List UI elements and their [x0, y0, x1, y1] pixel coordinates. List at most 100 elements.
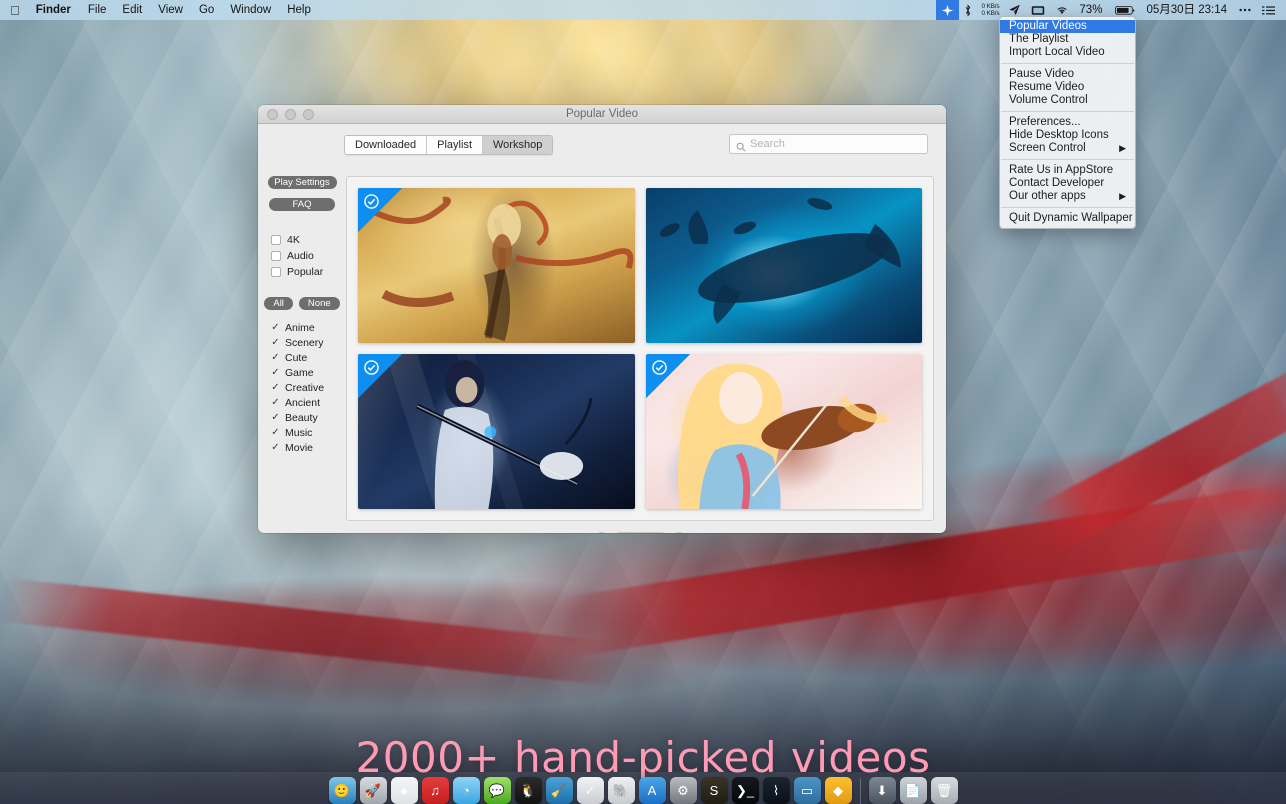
window-title-bar[interactable]: Popular Video [258, 105, 946, 124]
checkbox-audio[interactable]: Audio [271, 248, 346, 264]
desktop:  Finder File Edit View Go Window Help 0… [0, 0, 1286, 804]
menu-item-rate-us-in-appstore[interactable]: Rate Us in AppStore [1000, 164, 1135, 177]
category-creative-label: Creative [285, 381, 325, 394]
menu-item-contact-developer[interactable]: Contact Developer [1000, 177, 1135, 190]
category-game[interactable]: ✓ Game [271, 365, 346, 380]
category-cute[interactable]: ✓ Cute [271, 350, 346, 365]
pagination: « 1 / 19 » [346, 532, 934, 533]
menu-view[interactable]: View [150, 0, 191, 20]
apple-menu-icon[interactable]:  [0, 1, 29, 20]
menu-item-import-local-video[interactable]: Import Local Video [1000, 46, 1135, 59]
menu-item-our-other-apps[interactable]: Our other apps ▶ [1000, 190, 1135, 203]
select-all-button[interactable]: All [264, 297, 293, 310]
menu-item-our-other-apps-label: Our other apps [1009, 190, 1086, 202]
menu-item-screen-control[interactable]: Screen Control ▶ [1000, 142, 1135, 155]
dock-item-trash[interactable]: 🗑 [930, 777, 958, 804]
bartender-dots-icon[interactable] [1233, 0, 1257, 20]
network-speed-indicator[interactable]: 0 KB/s 0 KB/s [977, 3, 1003, 17]
menu-item-resume-video[interactable]: Resume Video [1000, 81, 1135, 94]
video-thumbnail-underwater-whale[interactable] [645, 188, 922, 343]
tab-downloaded[interactable]: Downloaded [345, 136, 428, 154]
menu-item-popular-videos[interactable]: Popular Videos [1000, 20, 1135, 33]
dock-item-app-store[interactable]: A [638, 777, 666, 804]
checkbox-4k-box[interactable] [271, 235, 281, 245]
dock-item-activity-monitor[interactable]: ⌇ [762, 777, 790, 804]
filter-checkbox-group: 4K Audio Popular [258, 232, 346, 280]
menu-window[interactable]: Window [222, 0, 279, 20]
menu-finder[interactable]: Finder [29, 0, 80, 20]
dock-item-sketch[interactable]: ◆ [824, 777, 852, 804]
sidebar: Play Settings FAQ 4K Audio Popular All N… [258, 166, 346, 533]
menu-file[interactable]: File [80, 0, 115, 20]
next-page-button[interactable]: » [670, 532, 688, 533]
menu-go[interactable]: Go [191, 0, 222, 20]
check-icon-music: ✓ [271, 426, 280, 438]
dock-item-terminal[interactable]: ❯_ [731, 777, 759, 804]
dock-item-wechat[interactable]: 💬 [483, 777, 511, 804]
dock-item-downloads-stack[interactable]: ⬇ [868, 777, 896, 804]
category-scenery[interactable]: ✓ Scenery [271, 335, 346, 350]
category-movie-label: Movie [285, 441, 314, 454]
menu-item-volume-control[interactable]: Volume Control [1000, 94, 1135, 107]
page-indicator[interactable]: 1 / 19 [616, 532, 664, 533]
dock-item-things[interactable]: ✓ [576, 777, 604, 804]
check-icon-anime: ✓ [271, 321, 280, 333]
category-game-label: Game [285, 366, 314, 379]
category-music[interactable]: ✓ Music [271, 425, 346, 440]
category-beauty[interactable]: ✓ Beauty [271, 410, 346, 425]
dock-item-qq-browser[interactable]: ◔ [452, 777, 480, 804]
category-creative[interactable]: ✓ Creative [271, 380, 346, 395]
dock-item-system-preferences[interactable]: ⚙ [669, 777, 697, 804]
dock-item-google-chrome[interactable]: ● [390, 777, 418, 804]
dock-item-launchpad[interactable]: 🚀 [359, 777, 387, 804]
checkbox-popular[interactable]: Popular [271, 264, 346, 280]
selected-badge [358, 188, 402, 232]
search-field[interactable]: Search [729, 134, 928, 154]
search-placeholder: Search [750, 138, 785, 150]
dock-item-evernote[interactable]: 🐘 [607, 777, 635, 804]
video-thumbnail-golden-anime-warrior[interactable] [358, 188, 635, 343]
select-all-none-group: All None [264, 297, 340, 310]
category-ancient[interactable]: ✓ Ancient [271, 395, 346, 410]
menu-help[interactable]: Help [279, 0, 319, 20]
category-ancient-label: Ancient [285, 396, 321, 409]
dock-item-cleanmymac[interactable]: 🧹 [545, 777, 573, 804]
dock[interactable]: 🙂 🚀 ● ♫ ◔ 💬 🐧 🧹 ✓ 🐘 A ⚙ S ❯_ ⌇ ▭ ◆ ⬇ 📄 🗑 [0, 772, 1286, 804]
dock-item-sublime-text[interactable]: S [700, 777, 728, 804]
tab-bar[interactable]: Downloaded Playlist Workshop [344, 135, 554, 155]
notification-center-icon[interactable] [1257, 0, 1280, 20]
faq-button[interactable]: FAQ [269, 198, 335, 211]
dock-item-qq[interactable]: 🐧 [514, 777, 542, 804]
video-thumbnail-violinist-anime-girl[interactable] [645, 354, 922, 509]
menu-item-preferences[interactable]: Preferences... [1000, 116, 1135, 129]
category-movie[interactable]: ✓ Movie [271, 440, 346, 455]
dynamic-wallpaper-status-icon[interactable] [936, 0, 960, 20]
menu-item-the-playlist[interactable]: The Playlist [1000, 33, 1135, 46]
tab-playlist[interactable]: Playlist [427, 136, 483, 154]
checkbox-audio-label: Audio [287, 250, 314, 262]
dock-item-netease-music[interactable]: ♫ [421, 777, 449, 804]
chevron-right-icon-2: ▶ [1119, 191, 1126, 201]
popular-video-window[interactable]: Popular Video Downloaded Playlist Worksh… [258, 105, 946, 533]
previous-page-button[interactable]: « [592, 532, 610, 533]
menu-item-pause-video[interactable]: Pause Video [1000, 68, 1135, 81]
menu-item-hide-desktop-icons[interactable]: Hide Desktop Icons [1000, 129, 1135, 142]
checkbox-audio-box[interactable] [271, 251, 281, 261]
dock-item-finder[interactable]: 🙂 [328, 777, 356, 804]
category-anime[interactable]: ✓ Anime [271, 320, 346, 335]
window-title: Popular Video [565, 108, 639, 120]
menu-bar-clock[interactable]: 05月30日 23:14 [1140, 0, 1233, 20]
video-thumbnail-blue-anime-swordsman[interactable] [358, 354, 635, 509]
dynamic-wallpaper-dropdown-menu[interactable]: Popular Videos The Playlist Import Local… [999, 16, 1136, 229]
select-none-button[interactable]: None [298, 297, 340, 310]
menu-item-quit-dynamic-wallpaper[interactable]: Quit Dynamic Wallpaper [1000, 212, 1135, 225]
checkbox-4k[interactable]: 4K [271, 232, 346, 248]
menu-edit[interactable]: Edit [114, 0, 150, 20]
dock-item-keynote[interactable]: ▭ [793, 777, 821, 804]
bluetooth-icon[interactable] [959, 0, 977, 20]
tab-workshop[interactable]: Workshop [483, 136, 553, 154]
play-settings-button[interactable]: Play Settings [267, 176, 337, 189]
checkbox-popular-box[interactable] [271, 267, 281, 277]
menu-separator-4 [1001, 207, 1134, 208]
dock-item-documents-stack[interactable]: 📄 [899, 777, 927, 804]
